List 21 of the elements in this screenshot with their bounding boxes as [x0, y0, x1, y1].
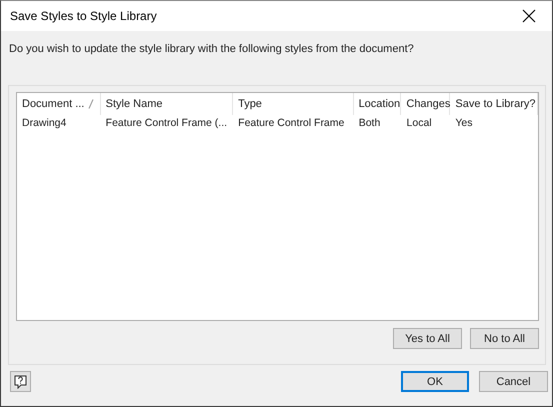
close-icon	[522, 9, 536, 23]
table-cell-text: Feature Control Frame	[237, 117, 346, 129]
cancel-button[interactable]: Cancel	[479, 371, 548, 392]
list-button[interactable]: No to All	[470, 328, 539, 349]
table-cell-text: Yes	[454, 117, 474, 129]
list-button[interactable]: Yes to All	[393, 328, 462, 349]
column-header[interactable]: Style Name	[100, 93, 234, 115]
column-header[interactable]: Type	[233, 93, 354, 115]
help-button[interactable]	[10, 371, 31, 392]
prompt-text: Do you wish to update the style library with the following styles from the document?	[9, 43, 415, 55]
table-cell-text: Local	[406, 117, 433, 129]
help-icon	[14, 374, 27, 388]
table-cell-text: Both	[358, 117, 382, 129]
table-cell-text: Feature Control Frame (...	[104, 117, 228, 129]
column-header[interactable]: Location	[354, 93, 402, 115]
column-header[interactable]: Save to Library?	[450, 93, 538, 115]
column-header[interactable]: Changes	[401, 93, 450, 115]
window-title: Save Styles to Style Library	[10, 9, 157, 23]
column-header[interactable]: Document ...	[17, 93, 101, 115]
table-cell-text: Drawing4	[21, 117, 68, 129]
ok-button[interactable]: OK	[401, 371, 469, 392]
